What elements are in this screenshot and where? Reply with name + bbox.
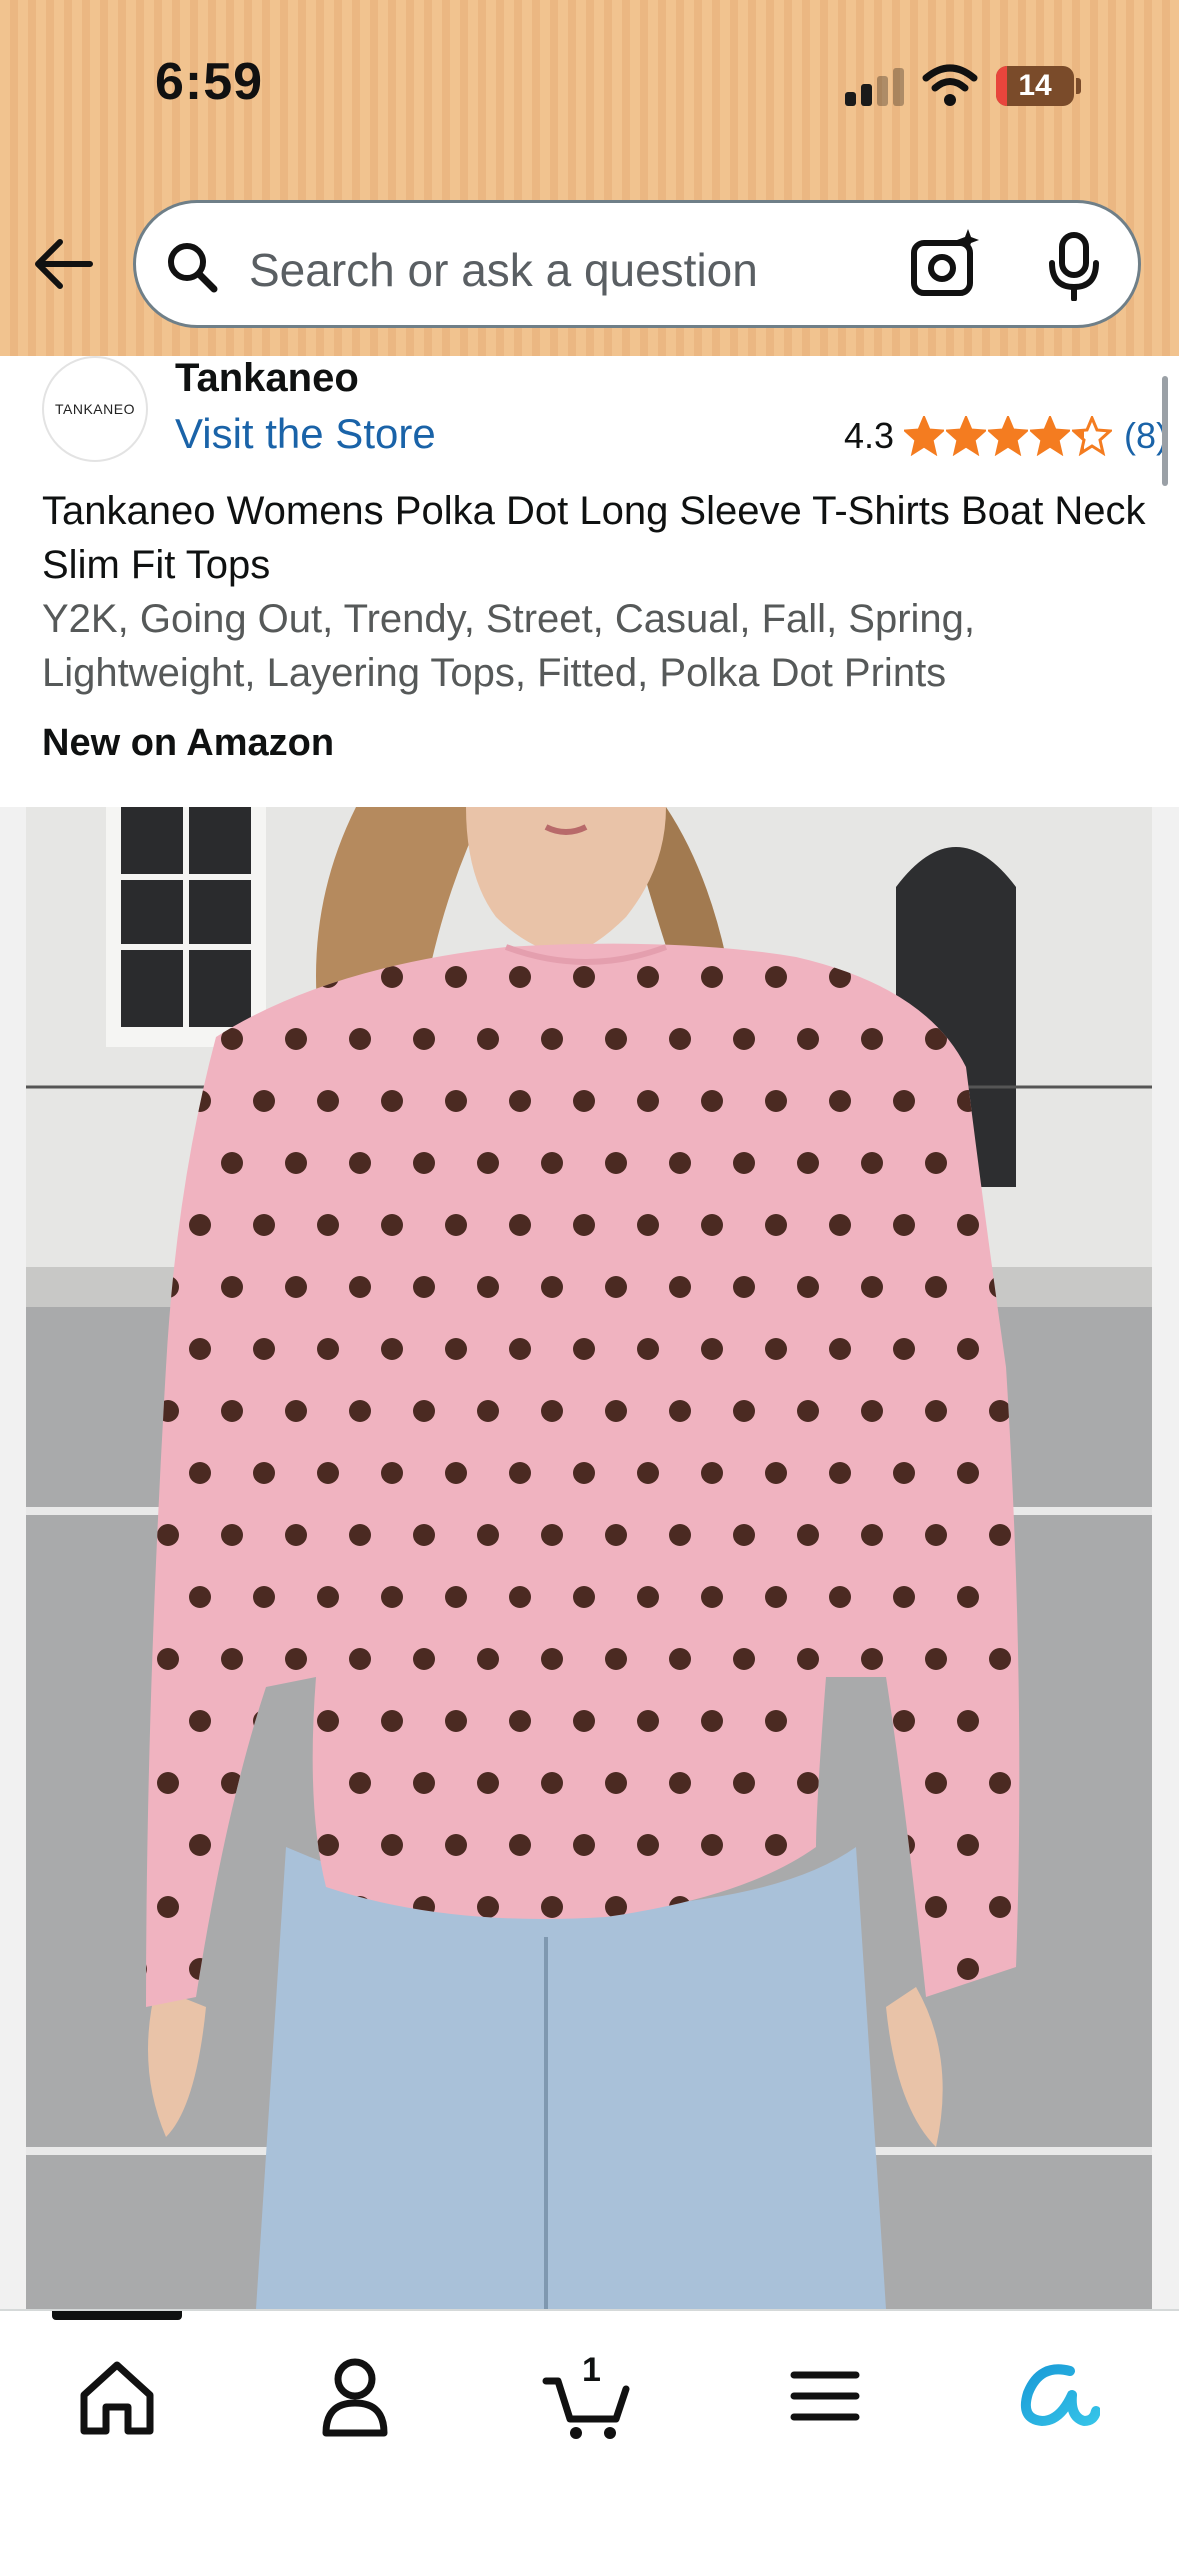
product-attributes: Y2K, Going Out, Trendy, Street, Casual, …: [42, 597, 976, 695]
brand-logo-text: TANKANEO: [55, 401, 135, 417]
star-icon: [1030, 416, 1071, 456]
wifi-icon: [922, 64, 978, 106]
account-icon[interactable]: [310, 2351, 400, 2441]
bottom-nav: 1: [0, 2309, 1179, 2556]
camera-icon[interactable]: [908, 227, 982, 301]
scrollbar[interactable]: [1162, 376, 1168, 486]
product-image[interactable]: [26, 807, 1152, 2309]
search-icon: [168, 243, 218, 293]
mic-icon[interactable]: [1046, 231, 1102, 301]
star-icon: [904, 416, 945, 456]
star-icon: [946, 416, 987, 456]
star-icon: [988, 416, 1029, 456]
battery-indicator: 14: [996, 66, 1074, 106]
rating-value: 4.3: [844, 415, 895, 456]
star-icon: [1072, 416, 1113, 456]
active-tab-indicator: [52, 2311, 182, 2320]
cart-count: 1: [582, 2351, 601, 2389]
cellular-signal-icon: [845, 68, 905, 106]
battery-level: 14: [1018, 69, 1052, 102]
battery-tip: [1076, 78, 1081, 94]
back-arrow-icon[interactable]: [30, 230, 98, 298]
product-image-area: [0, 807, 1179, 2309]
search-input[interactable]: Search or ask a question: [249, 243, 758, 297]
brand-name: Tankaneo: [175, 356, 359, 400]
menu-icon[interactable]: [780, 2351, 870, 2441]
star-rating: [904, 416, 1114, 456]
new-on-amazon-badge: New on Amazon: [42, 722, 335, 764]
rufus-icon[interactable]: [1010, 2351, 1100, 2441]
brand-logo[interactable]: TANKANEO: [42, 356, 148, 462]
product-photo: [26, 807, 1152, 2309]
cart-button[interactable]: 1: [542, 2351, 632, 2441]
search-bar[interactable]: Search or ask a question: [133, 200, 1141, 328]
app-header: 6:59 14 Search or ask a question: [0, 0, 1179, 356]
visit-store-link[interactable]: Visit the Store: [175, 410, 436, 458]
rating-summary[interactable]: 4.3 (8): [844, 415, 1168, 457]
product-title: Tankaneo Womens Polka Dot Long Sleeve T-…: [42, 489, 1146, 587]
home-icon[interactable]: [72, 2351, 162, 2441]
status-time: 6:59: [155, 53, 264, 111]
